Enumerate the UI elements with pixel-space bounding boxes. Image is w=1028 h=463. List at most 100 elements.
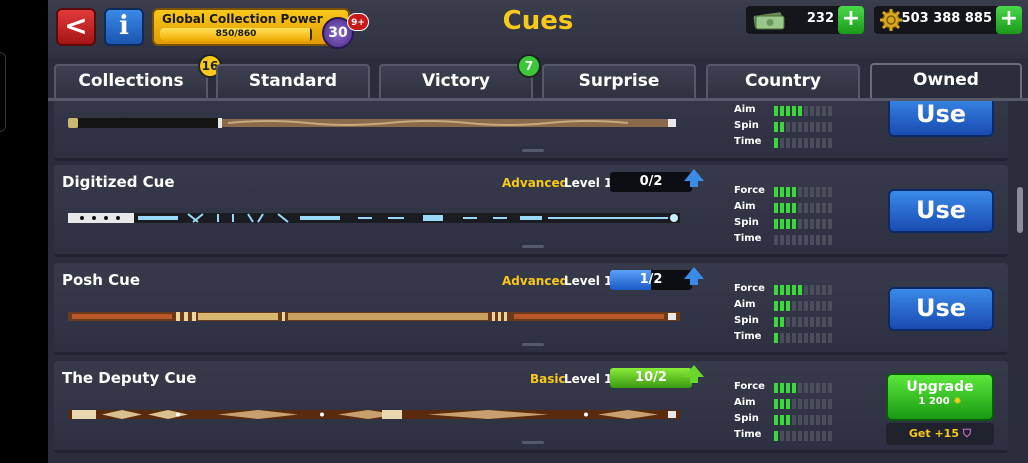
stat-segment (810, 219, 814, 229)
stat-segment (786, 235, 790, 245)
stat-segment (792, 317, 796, 327)
tab-label: Standard (248, 71, 338, 91)
stat-segment (822, 122, 826, 132)
stat-segment (810, 187, 814, 197)
cue-list[interactable]: Aim Spin Time Use Digitized Cue Advanced L… (48, 101, 1014, 463)
stat-segment (780, 106, 784, 116)
stat-segment (792, 122, 796, 132)
use-button[interactable]: Use (888, 189, 994, 233)
stat-segment (828, 138, 832, 148)
use-button[interactable]: Use (888, 101, 994, 137)
stat-segment (828, 219, 832, 229)
stat-segment (774, 431, 778, 441)
add-coins-button[interactable]: + (996, 6, 1022, 34)
tab-country[interactable]: Country (706, 64, 860, 98)
stat-segment (822, 301, 826, 311)
stat-segment (780, 187, 784, 197)
get-bonus-button[interactable]: Get +15 ⛉ (886, 423, 994, 445)
collection-power-bar: 850/860 (160, 28, 312, 41)
stat-segment (816, 301, 820, 311)
stat-bar (774, 383, 834, 393)
stat-bar (774, 285, 834, 295)
stat-segment (810, 399, 814, 409)
stat-segment (798, 106, 802, 116)
card-handle (522, 245, 544, 248)
stat-segment (798, 285, 802, 295)
info-button[interactable]: i (104, 8, 144, 46)
stat-segment (798, 399, 802, 409)
stat-segment (804, 219, 808, 229)
tab-surprise[interactable]: Surprise (542, 64, 696, 98)
stat-segment (780, 431, 784, 441)
stat-bar (774, 219, 834, 229)
stat-segment (780, 122, 784, 132)
stat-segment (804, 285, 808, 295)
stat-segment (774, 219, 778, 229)
stat-segment (780, 301, 784, 311)
stat-segment (816, 203, 820, 213)
stat-segment (822, 219, 826, 229)
stat-segment (792, 431, 796, 441)
stat-segment (822, 431, 826, 441)
tab-owned[interactable]: Owned (870, 63, 1022, 101)
stat-segment (786, 415, 790, 425)
stat-segment (828, 106, 832, 116)
stat-segment (786, 317, 790, 327)
stat-segment (804, 301, 808, 311)
upgrade-progress: 10/2 (610, 368, 692, 388)
stat-segment (810, 415, 814, 425)
stat-segment (774, 187, 778, 197)
back-button[interactable]: < (56, 8, 96, 46)
coin-icon: ✹ (953, 396, 962, 407)
stat-segment (774, 383, 778, 393)
info-icon: i (119, 11, 129, 41)
stat-label: Aim (734, 201, 756, 212)
arrow-up-icon (684, 267, 704, 285)
stat-label: Force (734, 381, 765, 392)
stat-segment (822, 333, 826, 343)
cue-card: The Deputy Cue Basic Level 1 10/2 Force … (54, 361, 1008, 453)
use-button[interactable]: Use (888, 287, 994, 331)
stat-segment (786, 187, 790, 197)
stat-segment (792, 219, 796, 229)
upgrade-progress-text: 0/2 (639, 174, 663, 189)
stat-segment (816, 399, 820, 409)
stat-segment (804, 383, 808, 393)
add-cash-button[interactable]: + (838, 6, 864, 34)
stat-segment (774, 333, 778, 343)
upgrade-progress-text: 1/2 (639, 272, 663, 287)
stat-segment (798, 415, 802, 425)
tab-standard[interactable]: Standard (216, 64, 370, 98)
stat-segment (774, 122, 778, 132)
tab-victory[interactable]: Victory 7 (379, 54, 541, 98)
stat-segment (780, 138, 784, 148)
upgrade-button[interactable]: Upgrade 1 200 ✹ (886, 373, 994, 421)
bonus-text: Get +15 (908, 427, 959, 440)
stat-segment (816, 106, 820, 116)
edge-notch (0, 52, 6, 132)
stat-label: Aim (734, 299, 756, 310)
stat-segment (798, 235, 802, 245)
stat-segment (780, 219, 784, 229)
stat-segment (810, 317, 814, 327)
stat-segment (804, 317, 808, 327)
stat-label: Time (734, 136, 762, 147)
global-collection-power[interactable]: Global Collection Power 850/860 30 9+ (152, 8, 369, 49)
stat-segment (786, 383, 790, 393)
stat-segment (792, 235, 796, 245)
tab-label: Collections (78, 71, 184, 91)
tab-collections[interactable]: Collections 16 (54, 54, 222, 98)
cues-screen: < i Global Collection Power 850/860 30 9… (48, 0, 1028, 463)
stat-segment (810, 383, 814, 393)
stat-segment (816, 235, 820, 245)
list-scrollbar[interactable] (1014, 101, 1028, 463)
scroll-thumb[interactable] (1017, 187, 1023, 233)
stat-segment (804, 235, 808, 245)
stat-bar (774, 203, 834, 213)
stat-segment (792, 138, 796, 148)
stat-segment (828, 122, 832, 132)
tab-label: Victory (421, 71, 491, 91)
stat-segment (798, 122, 802, 132)
stat-segment (804, 431, 808, 441)
arrow-left-icon: < (64, 9, 88, 42)
